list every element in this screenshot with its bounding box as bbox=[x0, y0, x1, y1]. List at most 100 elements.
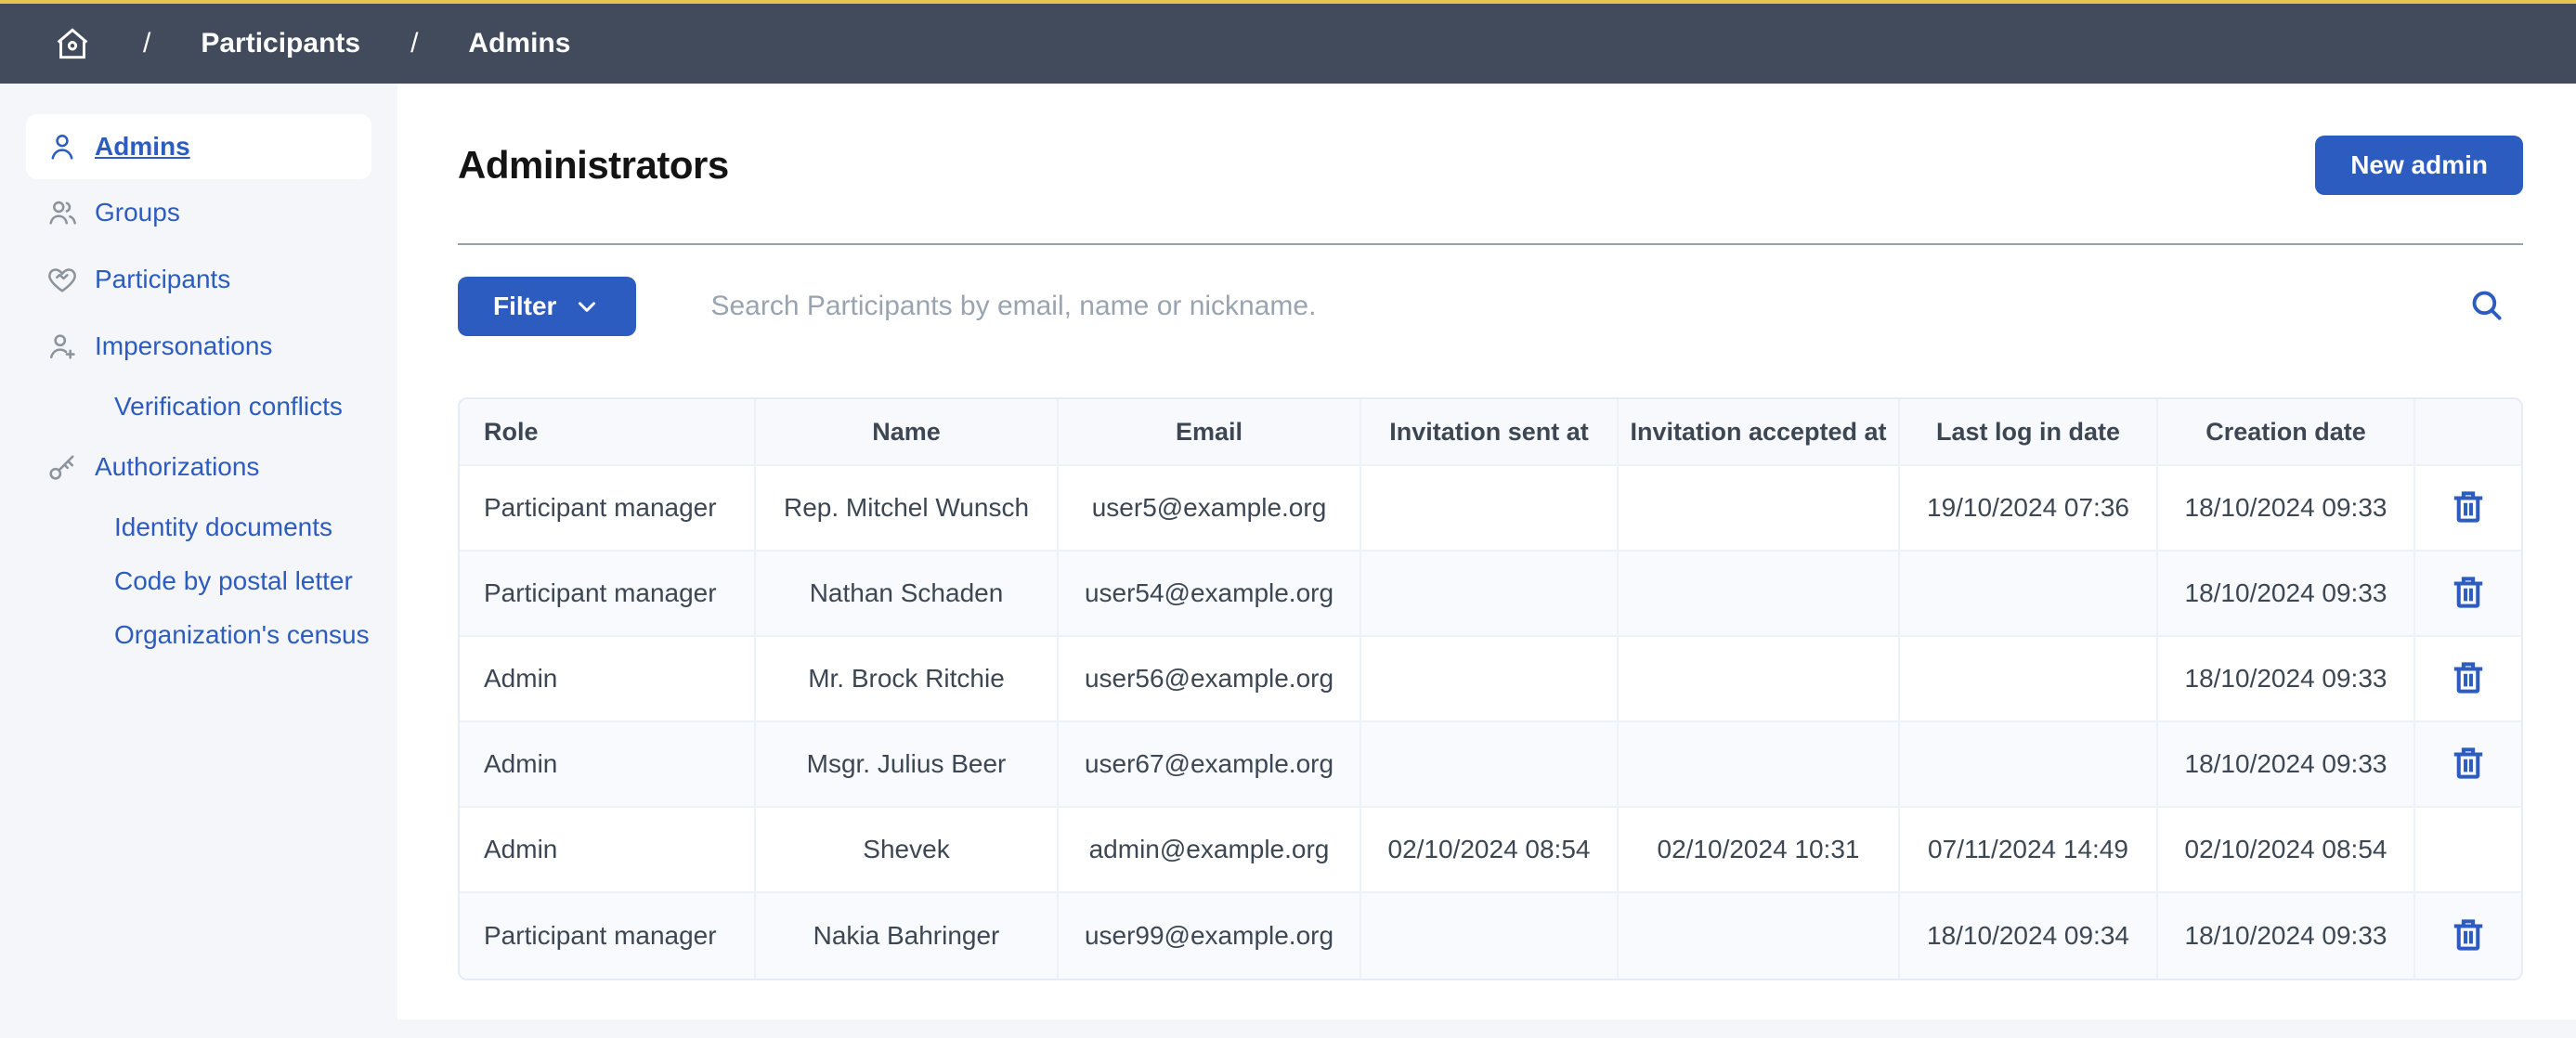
breadcrumb: / Participants / Admins bbox=[0, 4, 2576, 84]
cell-invitation-sent-at bbox=[1360, 637, 1617, 722]
cell-name: Rep. Mitchel Wunsch bbox=[754, 466, 1057, 551]
sidebar-item-participants[interactable]: Participants bbox=[0, 246, 397, 313]
breadcrumb-admins[interactable]: Admins bbox=[468, 28, 570, 59]
table-row: Participant managerNathan Schadenuser54@… bbox=[460, 551, 2521, 637]
cell-name: Nathan Schaden bbox=[754, 551, 1057, 637]
filter-button-label: Filter bbox=[493, 292, 556, 321]
cell-last-log-in-date: 07/11/2024 14:49 bbox=[1898, 808, 2156, 893]
cell-name: Msgr. Julius Beer bbox=[754, 722, 1057, 808]
cell-last-log-in-date bbox=[1898, 722, 2156, 808]
chevron-down-icon bbox=[573, 292, 601, 320]
cell-creation-date: 18/10/2024 09:33 bbox=[2156, 637, 2413, 722]
cell-role: Admin bbox=[460, 722, 754, 808]
user-icon bbox=[45, 129, 80, 164]
cell-invitation-sent-at: 02/10/2024 08:54 bbox=[1360, 808, 1617, 893]
cell-last-log-in-date: 18/10/2024 09:34 bbox=[1898, 893, 2156, 979]
sidebar-item-admins[interactable]: Admins bbox=[26, 114, 371, 179]
sidebar-item-label: Identity documents bbox=[114, 513, 332, 542]
cell-actions bbox=[2413, 808, 2521, 893]
sidebar-item-groups[interactable]: Groups bbox=[0, 179, 397, 246]
cell-creation-date: 18/10/2024 09:33 bbox=[2156, 722, 2413, 808]
sidebar-item-label: Code by postal letter bbox=[114, 566, 353, 596]
breadcrumb-participants[interactable]: Participants bbox=[201, 28, 360, 59]
cell-email: user67@example.org bbox=[1057, 722, 1360, 808]
filter-row: Filter bbox=[458, 277, 2523, 336]
column-header-creation-date: Creation date bbox=[2156, 399, 2413, 466]
column-header-role: Role bbox=[460, 399, 754, 466]
delete-admin-button[interactable] bbox=[2444, 568, 2492, 619]
sidebar-item-label: Verification conflicts bbox=[114, 392, 343, 422]
cell-email: user54@example.org bbox=[1057, 551, 1360, 637]
table-row: Participant managerNakia Bahringeruser99… bbox=[460, 893, 2521, 979]
delete-admin-button[interactable] bbox=[2444, 483, 2492, 534]
cell-role: Participant manager bbox=[460, 551, 754, 637]
table-header-row: Role Name Email Invitation sent at Invit… bbox=[460, 399, 2521, 466]
cell-role: Participant manager bbox=[460, 893, 754, 979]
delete-admin-button[interactable] bbox=[2444, 654, 2492, 705]
cell-creation-date: 18/10/2024 09:33 bbox=[2156, 893, 2413, 979]
cell-email: user5@example.org bbox=[1057, 466, 1360, 551]
key-icon bbox=[45, 449, 80, 485]
cell-name: Mr. Brock Ritchie bbox=[754, 637, 1057, 722]
cell-email: admin@example.org bbox=[1057, 808, 1360, 893]
delete-admin-button[interactable] bbox=[2444, 739, 2492, 790]
sidebar-item-label: Organization's census bbox=[114, 620, 370, 650]
cell-last-log-in-date: 19/10/2024 07:36 bbox=[1898, 466, 2156, 551]
sidebar-item-identity-documents[interactable]: Identity documents bbox=[0, 500, 397, 554]
new-admin-button[interactable]: New admin bbox=[2315, 136, 2523, 195]
search-button[interactable] bbox=[2467, 286, 2506, 328]
search-input[interactable] bbox=[710, 279, 2467, 334]
cell-invitation-sent-at bbox=[1360, 466, 1617, 551]
home-gear-icon bbox=[52, 23, 93, 64]
cell-invitation-accepted-at bbox=[1617, 466, 1898, 551]
heart-icon bbox=[45, 262, 80, 297]
table-row: AdminMsgr. Julius Beeruser67@example.org… bbox=[460, 722, 2521, 808]
cell-invitation-sent-at bbox=[1360, 893, 1617, 979]
cell-role: Admin bbox=[460, 808, 754, 893]
breadcrumb-home[interactable] bbox=[52, 23, 93, 64]
sidebar-item-authorizations[interactable]: Authorizations bbox=[0, 434, 397, 500]
sidebar-item-label: Authorizations bbox=[95, 452, 259, 482]
user-plus-icon bbox=[45, 329, 80, 364]
cell-actions bbox=[2413, 637, 2521, 722]
sidebar-item-label: Participants bbox=[95, 265, 230, 294]
cell-invitation-sent-at bbox=[1360, 551, 1617, 637]
cell-invitation-accepted-at bbox=[1617, 722, 1898, 808]
cell-actions bbox=[2413, 722, 2521, 808]
divider bbox=[458, 243, 2523, 245]
cell-actions bbox=[2413, 893, 2521, 979]
sidebar-item-verification-conflicts[interactable]: Verification conflicts bbox=[0, 380, 397, 434]
column-header-invitation-sent-at: Invitation sent at bbox=[1360, 399, 1617, 466]
sidebar-item-label: Impersonations bbox=[95, 331, 272, 361]
trash-icon bbox=[2448, 743, 2489, 784]
breadcrumb-separator: / bbox=[143, 28, 150, 59]
trash-icon bbox=[2448, 572, 2489, 613]
column-header-name: Name bbox=[754, 399, 1057, 466]
cell-invitation-accepted-at bbox=[1617, 637, 1898, 722]
search-icon bbox=[2467, 286, 2506, 325]
sidebar-item-code-by-postal-letter[interactable]: Code by postal letter bbox=[0, 554, 397, 608]
cell-invitation-accepted-at bbox=[1617, 551, 1898, 637]
column-header-email: Email bbox=[1057, 399, 1360, 466]
delete-admin-button[interactable] bbox=[2444, 911, 2492, 962]
users-icon bbox=[45, 195, 80, 230]
cell-name: Nakia Bahringer bbox=[754, 893, 1057, 979]
cell-email: user99@example.org bbox=[1057, 893, 1360, 979]
cell-email: user56@example.org bbox=[1057, 637, 1360, 722]
trash-icon bbox=[2448, 487, 2489, 527]
sidebar-item-impersonations[interactable]: Impersonations bbox=[0, 313, 397, 380]
table-row: Participant managerRep. Mitchel Wunschus… bbox=[460, 466, 2521, 551]
main-content: Administrators New admin Filter bbox=[397, 84, 2576, 1019]
filter-button[interactable]: Filter bbox=[458, 277, 636, 336]
sidebar-item-label: Admins bbox=[95, 132, 190, 162]
table-row: AdminMr. Brock Ritchieuser56@example.org… bbox=[460, 637, 2521, 722]
cell-last-log-in-date bbox=[1898, 637, 2156, 722]
cell-creation-date: 18/10/2024 09:33 bbox=[2156, 551, 2413, 637]
cell-actions bbox=[2413, 466, 2521, 551]
breadcrumb-separator: / bbox=[410, 28, 418, 59]
sidebar-item-organizations-census[interactable]: Organization's census bbox=[0, 608, 397, 662]
cell-creation-date: 18/10/2024 09:33 bbox=[2156, 466, 2413, 551]
cell-invitation-accepted-at bbox=[1617, 893, 1898, 979]
table-row: AdminShevekadmin@example.org02/10/2024 0… bbox=[460, 808, 2521, 893]
admins-table: Role Name Email Invitation sent at Invit… bbox=[458, 397, 2523, 980]
